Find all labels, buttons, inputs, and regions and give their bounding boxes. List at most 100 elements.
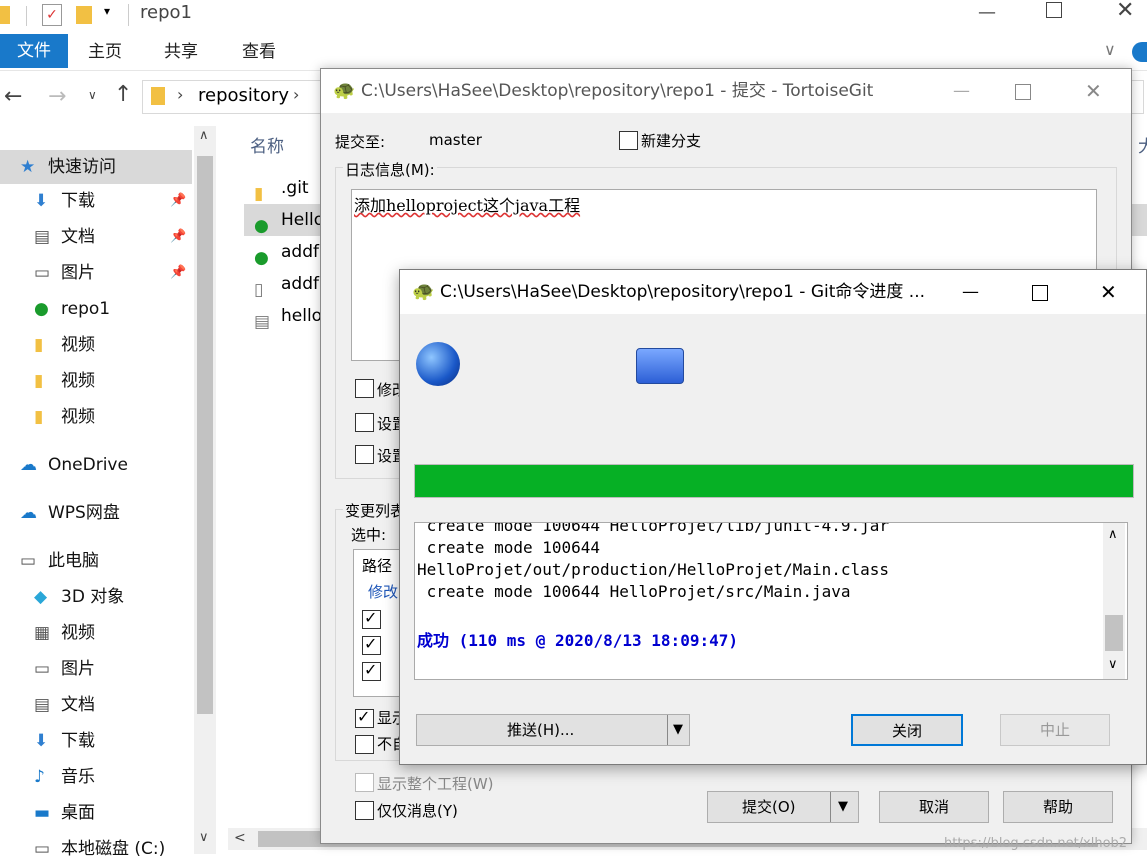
nav-item[interactable]: ▦ 视频 bbox=[0, 616, 192, 650]
pin-icon[interactable]: 📌 bbox=[170, 256, 186, 290]
nav-item-label: 3D 对象 bbox=[61, 587, 125, 607]
nav-item[interactable]: ● repo1 bbox=[0, 292, 192, 326]
commit-dialog-title: C:\Users\HaSee\Desktop\repository\repo1 … bbox=[361, 81, 874, 101]
close-button[interactable]: ✕ bbox=[1116, 0, 1134, 23]
path-column-header[interactable]: 路径 bbox=[362, 555, 392, 576]
cube-icon: ◆ bbox=[34, 587, 48, 607]
file-name: addf bbox=[281, 242, 319, 262]
scroll-up-icon[interactable]: ∧ bbox=[1108, 527, 1118, 542]
maximize-button[interactable] bbox=[1032, 285, 1048, 301]
nav-item[interactable]: ⬇ 下载 📌 bbox=[0, 184, 192, 218]
scroll-thumb[interactable] bbox=[1105, 615, 1123, 651]
cancel-button[interactable]: 取消 bbox=[879, 791, 989, 823]
commit-message-text[interactable]: 添加helloproject这个java工程 bbox=[354, 192, 580, 216]
branch-name: master bbox=[429, 131, 482, 149]
nav-item-label: 下载 bbox=[61, 191, 95, 211]
option-checkbox-set[interactable] bbox=[355, 413, 374, 432]
file-checkbox[interactable] bbox=[362, 634, 381, 655]
nav-item[interactable]: ◆ 3D 对象 bbox=[0, 580, 192, 614]
recent-dropdown-icon[interactable]: ∨ bbox=[88, 88, 97, 102]
breadcrumb-repository[interactable]: repository bbox=[198, 85, 289, 106]
file-icon: ▯ bbox=[254, 280, 264, 300]
scroll-left-icon[interactable]: < bbox=[234, 830, 246, 846]
picture-icon: ▭ bbox=[34, 263, 51, 283]
maximize-button[interactable] bbox=[1015, 84, 1031, 100]
nav-item[interactable]: ▤ 文档 bbox=[0, 688, 192, 722]
nav-item[interactable]: ▭ 此电脑 bbox=[0, 544, 192, 578]
column-header-size[interactable]: 大 bbox=[1138, 132, 1147, 157]
ribbon-tab-view[interactable]: 查看 bbox=[242, 34, 276, 68]
pin-icon[interactable]: 📌 bbox=[170, 184, 186, 218]
minimize-button[interactable]: — bbox=[978, 2, 996, 23]
new-folder-icon[interactable] bbox=[76, 6, 92, 24]
scroll-down-icon[interactable]: ∨ bbox=[1108, 657, 1118, 672]
message-only-label: 仅仅消息(Y) bbox=[377, 802, 458, 820]
option-checkbox-amend[interactable] bbox=[355, 379, 374, 398]
help-button[interactable]: 帮助 bbox=[1003, 791, 1113, 823]
scroll-thumb[interactable] bbox=[197, 156, 213, 714]
log-scrollbar[interactable]: ∧ ∨ bbox=[1103, 523, 1125, 679]
nav-item[interactable]: ☁ WPS网盘 bbox=[0, 496, 192, 530]
nav-scrollbar[interactable]: ∧ ∨ bbox=[194, 126, 216, 854]
option-checkbox-set-2[interactable] bbox=[355, 445, 374, 464]
quick-access-dropdown-icon[interactable]: ▾ bbox=[104, 4, 110, 18]
column-header-name[interactable]: 名称 bbox=[250, 132, 284, 157]
file-name: .git bbox=[281, 178, 309, 198]
push-button[interactable]: 推送(H)... ▼ bbox=[416, 714, 690, 746]
nav-item[interactable]: ▭ 本地磁盘 (C:) bbox=[0, 832, 192, 866]
close-button[interactable]: ✕ bbox=[1085, 69, 1102, 113]
close-dialog-button[interactable]: 关闭 bbox=[851, 714, 963, 746]
pin-icon[interactable]: 📌 bbox=[170, 220, 186, 254]
abort-button[interactable]: 中止 bbox=[1000, 714, 1110, 746]
minimize-button[interactable]: — bbox=[962, 270, 979, 314]
folder-icon bbox=[0, 6, 10, 24]
watermark: https://blog.csdn.net/xlhob2 bbox=[944, 836, 1128, 851]
file-checkbox[interactable] bbox=[362, 660, 381, 681]
up-arrow-icon[interactable]: ↑ bbox=[114, 82, 132, 107]
folder-icon: ▮ bbox=[34, 407, 44, 427]
forward-arrow-icon[interactable]: → bbox=[48, 84, 66, 109]
ribbon-tab-home[interactable]: 主页 bbox=[88, 34, 122, 68]
nav-item-label: 桌面 bbox=[61, 803, 95, 823]
scroll-up-icon[interactable]: ∧ bbox=[199, 128, 209, 143]
document-icon: ▤ bbox=[34, 695, 51, 715]
maximize-button[interactable] bbox=[1046, 2, 1062, 18]
new-branch-checkbox[interactable] bbox=[619, 131, 638, 150]
nav-item[interactable]: ♪ 音乐 bbox=[0, 760, 192, 794]
nav-item[interactable]: ▤ 文档 📌 bbox=[0, 220, 192, 254]
ribbon-tab-share[interactable]: 共享 bbox=[164, 34, 198, 68]
ribbon-expand-icon[interactable]: ∨ bbox=[1104, 40, 1116, 59]
nav-item[interactable]: ☁ OneDrive bbox=[0, 448, 192, 482]
nav-item[interactable]: ▭ 图片 bbox=[0, 652, 192, 686]
nav-item-label: 文档 bbox=[61, 695, 95, 715]
close-button[interactable]: ✕ bbox=[1100, 270, 1117, 314]
nav-item[interactable]: ▭ 图片 📌 bbox=[0, 256, 192, 290]
nav-item-label: 图片 bbox=[61, 659, 95, 679]
nav-item[interactable]: ⬇ 下载 bbox=[0, 724, 192, 758]
commit-to-label: 提交至: bbox=[335, 133, 386, 151]
file-checkbox[interactable] bbox=[362, 608, 381, 629]
ribbon-tab-file[interactable]: 文件 bbox=[0, 34, 68, 68]
nav-item-label: WPS网盘 bbox=[48, 503, 120, 523]
changes-label: 变更列表 bbox=[343, 500, 408, 521]
nav-item[interactable]: ★ 快速访问 bbox=[0, 150, 192, 184]
commit-button[interactable]: 提交(O) ▼ bbox=[707, 791, 859, 823]
help-icon[interactable] bbox=[1132, 42, 1147, 62]
star-icon: ★ bbox=[20, 157, 36, 177]
show-checkbox[interactable] bbox=[355, 707, 374, 728]
film-icon: ▦ bbox=[34, 623, 51, 643]
show-whole-project-checkbox[interactable] bbox=[355, 773, 374, 792]
minimize-button[interactable]: — bbox=[953, 69, 970, 113]
scroll-down-icon[interactable]: ∨ bbox=[199, 830, 209, 845]
dropdown-arrow-icon[interactable]: ▼ bbox=[673, 715, 683, 745]
message-only-checkbox[interactable] bbox=[355, 801, 374, 820]
properties-icon[interactable]: ✓ bbox=[42, 4, 62, 26]
not-checkbox[interactable] bbox=[355, 735, 374, 754]
dropdown-arrow-icon[interactable]: ▼ bbox=[838, 792, 848, 822]
nav-item[interactable]: ▮ 视频 bbox=[0, 328, 192, 362]
back-arrow-icon[interactable]: ← bbox=[4, 84, 22, 109]
nav-item[interactable]: ▮ 视频 bbox=[0, 364, 192, 398]
nav-item[interactable]: ▬ 桌面 bbox=[0, 796, 192, 830]
output-log[interactable]: create mode 100644 HelloProjet/lib/junit… bbox=[414, 522, 1128, 680]
nav-item[interactable]: ▮ 视频 bbox=[0, 400, 192, 434]
